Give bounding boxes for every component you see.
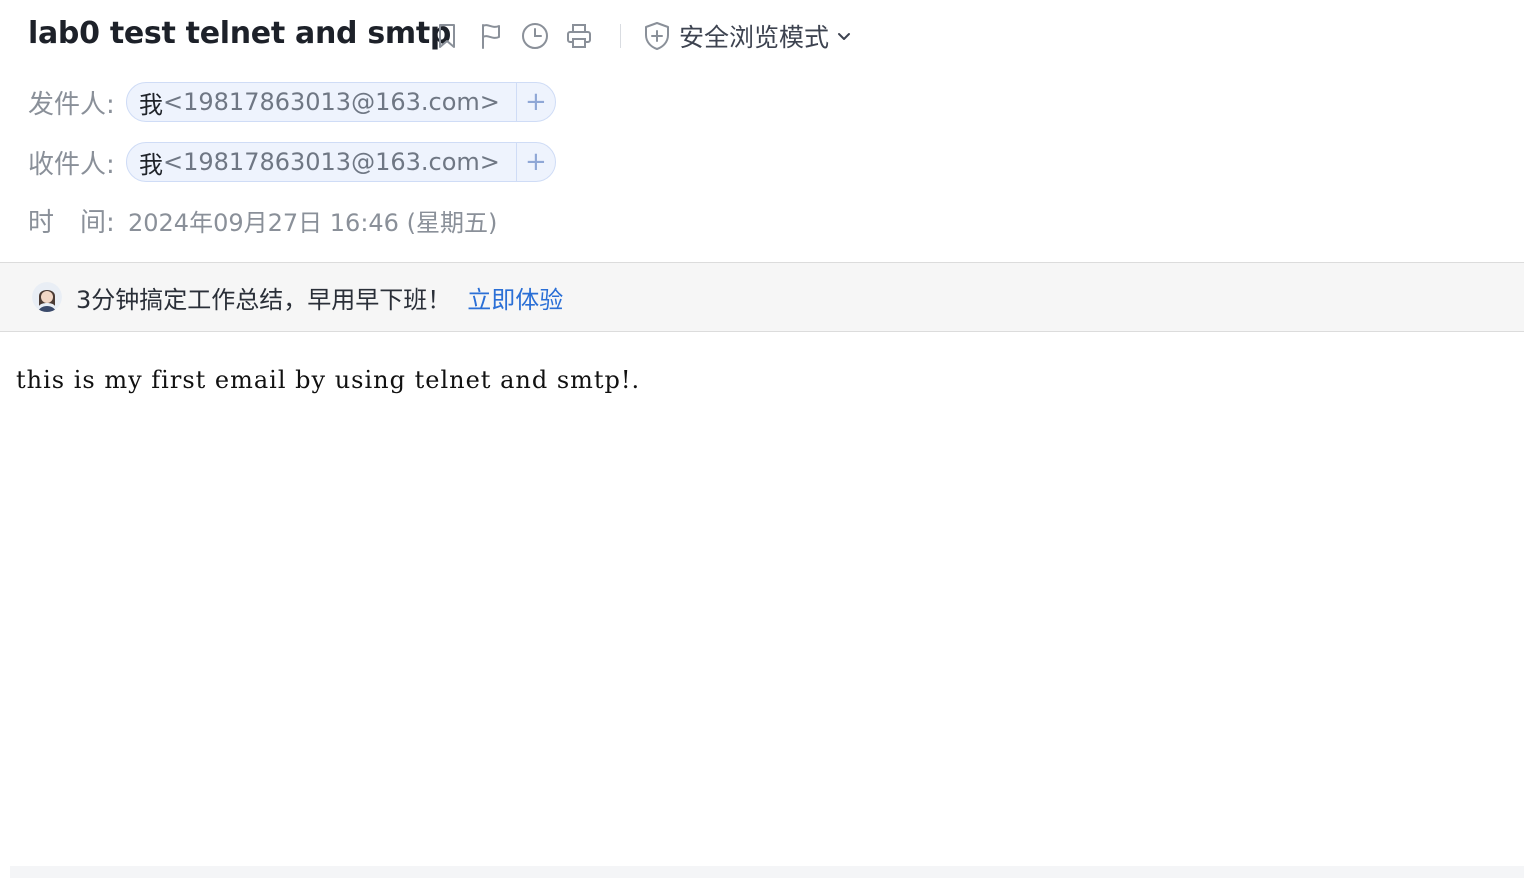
print-button[interactable] (562, 19, 596, 53)
avatar (32, 282, 62, 312)
recipient-label: 收件人: (28, 149, 115, 180)
add-sender-contact-button[interactable]: + (515, 83, 555, 121)
email-header: lab0 test telnet and smtp 安全浏览模式 发件人: 我 … (0, 0, 1524, 262)
safe-browsing-label: 安全浏览模式 (679, 23, 830, 52)
sender-label: 发件人: (28, 89, 115, 120)
email-body: this is my first email by using telnet a… (16, 366, 641, 394)
promo-text: 3分钟搞定工作总结，早用早下班！ (76, 285, 452, 314)
bookmark-icon (439, 24, 455, 48)
flag-button[interactable] (474, 19, 508, 53)
email-toolbar: 安全浏览模式 (430, 16, 853, 56)
sender-chip[interactable]: 我 <19817863013@163.com> + (126, 82, 556, 122)
toolbar-divider (620, 24, 621, 48)
promo-try-now-link[interactable]: 立即体验 (467, 280, 563, 315)
recipient-row: 收件人: 我 <19817863013@163.com> + (28, 140, 556, 184)
sender-address: <19817863013@163.com> (163, 88, 500, 116)
flag-icon (482, 24, 500, 49)
promo-banner: 3分钟搞定工作总结，早用早下班！ 立即体验 (0, 262, 1524, 332)
recipient-chip[interactable]: 我 <19817863013@163.com> + (126, 142, 556, 182)
bookmark-button[interactable] (430, 19, 464, 53)
chevron-down-icon (838, 33, 851, 40)
time-label: 时 间: (28, 207, 115, 238)
shield-icon (645, 22, 669, 50)
sender-row: 发件人: 我 <19817863013@163.com> + (28, 80, 556, 124)
time-value: 2024年09月27日 16:46 (星期五) (128, 208, 498, 237)
bottom-scroll-area (10, 866, 1524, 878)
clock-icon (522, 23, 548, 49)
add-recipient-contact-button[interactable]: + (515, 143, 555, 181)
sender-name: 我 (139, 90, 163, 119)
email-subject: lab0 test telnet and smtp (28, 16, 452, 51)
safe-browsing-dropdown[interactable]: 安全浏览模式 (643, 16, 853, 56)
print-icon (567, 24, 591, 48)
time-row: 时 间: 2024年09月27日 16:46 (星期五) (28, 198, 497, 242)
recipient-name: 我 (139, 150, 163, 179)
reminder-button[interactable] (518, 19, 552, 53)
recipient-address: <19817863013@163.com> (163, 148, 500, 176)
